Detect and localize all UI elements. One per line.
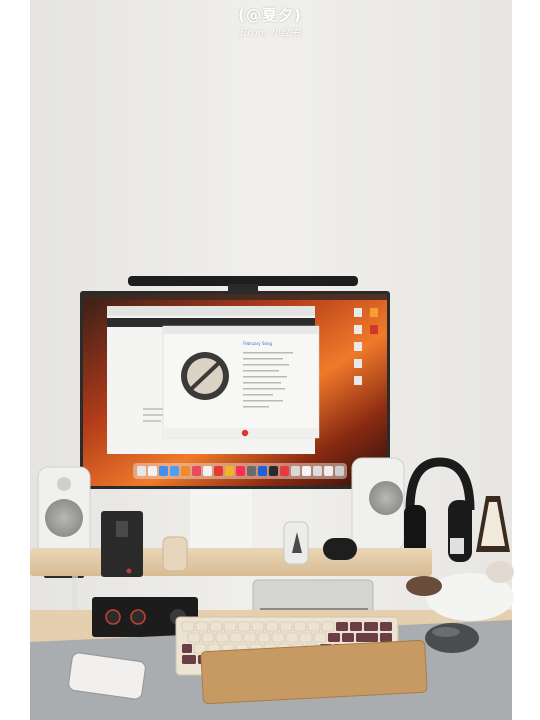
glass-jar-left	[162, 536, 188, 572]
audio-interface-knob-2	[130, 609, 146, 625]
desk-shelf	[30, 548, 432, 576]
desk-setup-photo: February Song	[0, 0, 540, 720]
right-speaker	[351, 457, 405, 555]
browser-nav-bar	[107, 318, 315, 327]
monitor: February Song	[80, 291, 390, 489]
browser-toolbar	[107, 306, 315, 316]
player-bar	[163, 428, 319, 438]
round-puck	[323, 538, 357, 560]
left-frame-edge	[0, 0, 30, 720]
mouse-highlight	[432, 627, 460, 637]
audio-interface-knob-1	[105, 609, 121, 625]
menu-bar	[83, 294, 387, 300]
music-window-titlebar	[163, 326, 319, 334]
black-speaker-knob	[126, 568, 132, 574]
monitor-stand-pole	[190, 489, 252, 553]
play-button	[241, 429, 249, 437]
black-speaker-box	[101, 511, 143, 577]
watermark-source: From 小红书	[239, 28, 301, 39]
right-frame-edge	[512, 0, 540, 720]
wrist-rest	[200, 639, 428, 705]
watermark-handle: (@夏夕)	[238, 6, 302, 24]
music-title: February Song	[243, 341, 273, 346]
black-speaker-detail	[116, 521, 128, 537]
